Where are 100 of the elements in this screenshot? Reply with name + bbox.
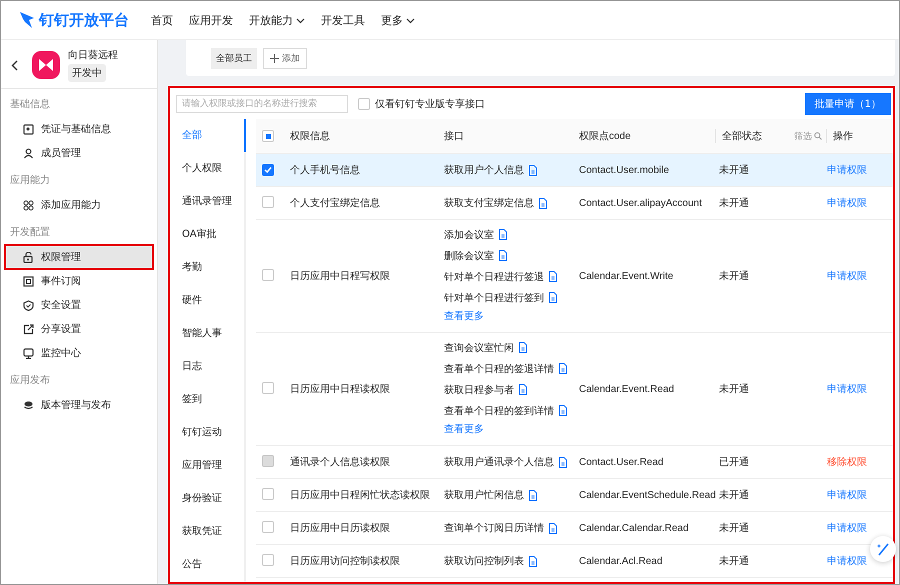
category-tab[interactable]: 应用管理 — [170, 449, 244, 482]
apply-permission-link[interactable]: 申请权限 — [827, 556, 867, 567]
apply-permission-link[interactable]: 申请权限 — [827, 384, 867, 395]
category-tab[interactable]: 硬件 — [170, 284, 244, 317]
apply-permission-link[interactable]: 申请权限 — [827, 271, 867, 282]
wand-icon — [876, 542, 890, 556]
api-name: 查询单个订阅日历详情 — [444, 522, 544, 535]
category-tab[interactable]: 钉钉运动 — [170, 416, 244, 449]
column-header: 全部状态 — [722, 130, 762, 143]
logo-text: 钉钉开放平台 — [39, 10, 129, 30]
document-icon — [498, 250, 508, 261]
document-icon — [518, 384, 528, 395]
square-icon — [23, 276, 34, 286]
checkbox[interactable] — [262, 130, 274, 142]
checkbox[interactable] — [262, 554, 274, 566]
column-header: 接口 — [444, 131, 464, 142]
document-icon — [548, 271, 558, 282]
nav-link[interactable]: 更多 — [381, 12, 415, 28]
sidebar-item[interactable]: 添加应用能力 — [1, 193, 157, 217]
sidebar-item[interactable]: 版本管理与发布 — [1, 393, 157, 417]
checkbox[interactable] — [358, 98, 370, 110]
api-name: 查看单个日程的签到详情 — [444, 404, 554, 418]
nav-link[interactable]: 首页 — [151, 12, 173, 28]
api-name: 针对单个日程进行签到 — [444, 292, 544, 304]
app-name: 向日葵远程 — [68, 48, 118, 62]
api-name: 添加会议室 — [444, 228, 494, 242]
section-title: 基础信息 — [9, 98, 51, 112]
category-tab[interactable]: 个人权限 — [170, 152, 244, 185]
person-icon — [23, 148, 34, 158]
nav-link[interactable]: 开放能力 — [249, 12, 305, 28]
view-more-link[interactable]: 查看更多 — [444, 421, 571, 441]
sidebar-item[interactable]: 监控中心 — [1, 341, 157, 365]
nav-link[interactable]: 应用开发 — [189, 12, 233, 28]
api-name: 获取支付宝绑定信息 — [444, 196, 534, 210]
document-icon — [538, 198, 548, 208]
add-button[interactable]: 添加 — [263, 48, 307, 68]
checkbox[interactable] — [262, 268, 274, 280]
table-cell-text: Contact.User.Read — [578, 456, 664, 468]
table-cell-text: Contact.User.mobile — [578, 164, 670, 176]
table-cell-text: 日历应用中日程写权限 — [289, 270, 391, 283]
table-cell-text: Calendar.Event.Read — [578, 384, 676, 394]
api-name: 获取用户通讯录个人信息 — [444, 456, 554, 469]
table-cell-text: 日历应用中日历读权限 — [289, 522, 391, 535]
sidebar-item[interactable]: 事件订阅 — [1, 269, 157, 293]
app-logo-icon — [32, 51, 60, 79]
checkbox[interactable] — [262, 488, 274, 500]
stack-icon — [23, 400, 34, 410]
sidebar-item[interactable]: 权限管理 — [5, 245, 153, 269]
table-cell-text: 通讯录个人信息读权限 — [289, 456, 391, 469]
sidebar-item[interactable]: 安全设置 — [1, 293, 157, 317]
category-tab[interactable]: 日志 — [170, 350, 244, 383]
table-cell-text: 未开通 — [718, 382, 750, 396]
table-cell-text: 个人支付宝绑定信息 — [289, 196, 381, 210]
section-title: 开发配置 — [9, 226, 51, 240]
table-cell-text: 个人手机号信息 — [289, 164, 361, 177]
document-icon — [528, 164, 538, 176]
checkbox[interactable] — [262, 164, 274, 176]
monitor-icon — [23, 348, 34, 358]
checkbox[interactable] — [262, 196, 274, 208]
sidebar-item[interactable]: 凭证与基础信息 — [1, 117, 157, 141]
category-tab[interactable]: 智能人事 — [170, 317, 244, 350]
checkbox[interactable] — [262, 382, 274, 394]
table-cell-text: 未开通 — [718, 270, 750, 283]
column-header: 操作 — [833, 131, 853, 142]
section-title: 应用能力 — [9, 174, 51, 188]
table-cell-text: Calendar.Calendar.Read — [578, 522, 690, 534]
table-cell-text: 已开通 — [718, 456, 750, 469]
checkbox[interactable] — [262, 520, 274, 532]
document-icon — [558, 456, 568, 468]
batch-apply-button[interactable]: 批量申请（1） — [804, 93, 891, 115]
apply-permission-link[interactable]: 申请权限 — [827, 523, 867, 534]
shield-icon — [23, 300, 34, 310]
category-tab[interactable]: 通讯录管理 — [170, 185, 244, 218]
document-icon — [518, 342, 528, 353]
table-cell-text: 未开通 — [718, 522, 750, 535]
table-cell-text: Calendar.Acl.Read — [578, 556, 664, 566]
sidebar-item[interactable]: 成员管理 — [1, 141, 157, 165]
column-header: 权限点code — [579, 131, 631, 142]
table-cell-text: 日历应用中日程读权限 — [289, 382, 391, 396]
share-icon — [23, 324, 34, 334]
api-name: 获取用户忙闲信息 — [444, 488, 524, 502]
category-tab[interactable]: 公告 — [170, 548, 244, 581]
category-tab[interactable]: 获取凭证 — [170, 515, 244, 548]
view-more-link[interactable]: 查看更多 — [444, 308, 571, 328]
scope-tag: 全部员工 — [211, 48, 257, 68]
nav-link[interactable]: 开发工具 — [321, 12, 365, 28]
table-cell-text: Contact.User.alipayAccount — [578, 198, 703, 208]
category-tab[interactable]: 考勤 — [170, 251, 244, 284]
apply-permission-link[interactable]: 申请权限 — [827, 165, 867, 176]
column-header: 权限信息 — [290, 131, 330, 142]
table-cell-text: 未开通 — [718, 164, 750, 177]
apply-permission-link[interactable]: 申请权限 — [827, 198, 867, 209]
apply-permission-link[interactable]: 申请权限 — [827, 490, 867, 501]
search-field[interactable]: 请输入权限或接口的名称进行搜索 — [176, 95, 348, 113]
category-tab[interactable]: OA审批 — [170, 218, 244, 251]
category-tab[interactable]: 签到 — [170, 383, 244, 416]
document-icon — [528, 490, 538, 500]
sidebar-item[interactable]: 分享设置 — [1, 317, 157, 341]
category-tab[interactable]: 全部 — [170, 119, 246, 152]
category-tab[interactable]: 身份验证 — [170, 482, 244, 515]
